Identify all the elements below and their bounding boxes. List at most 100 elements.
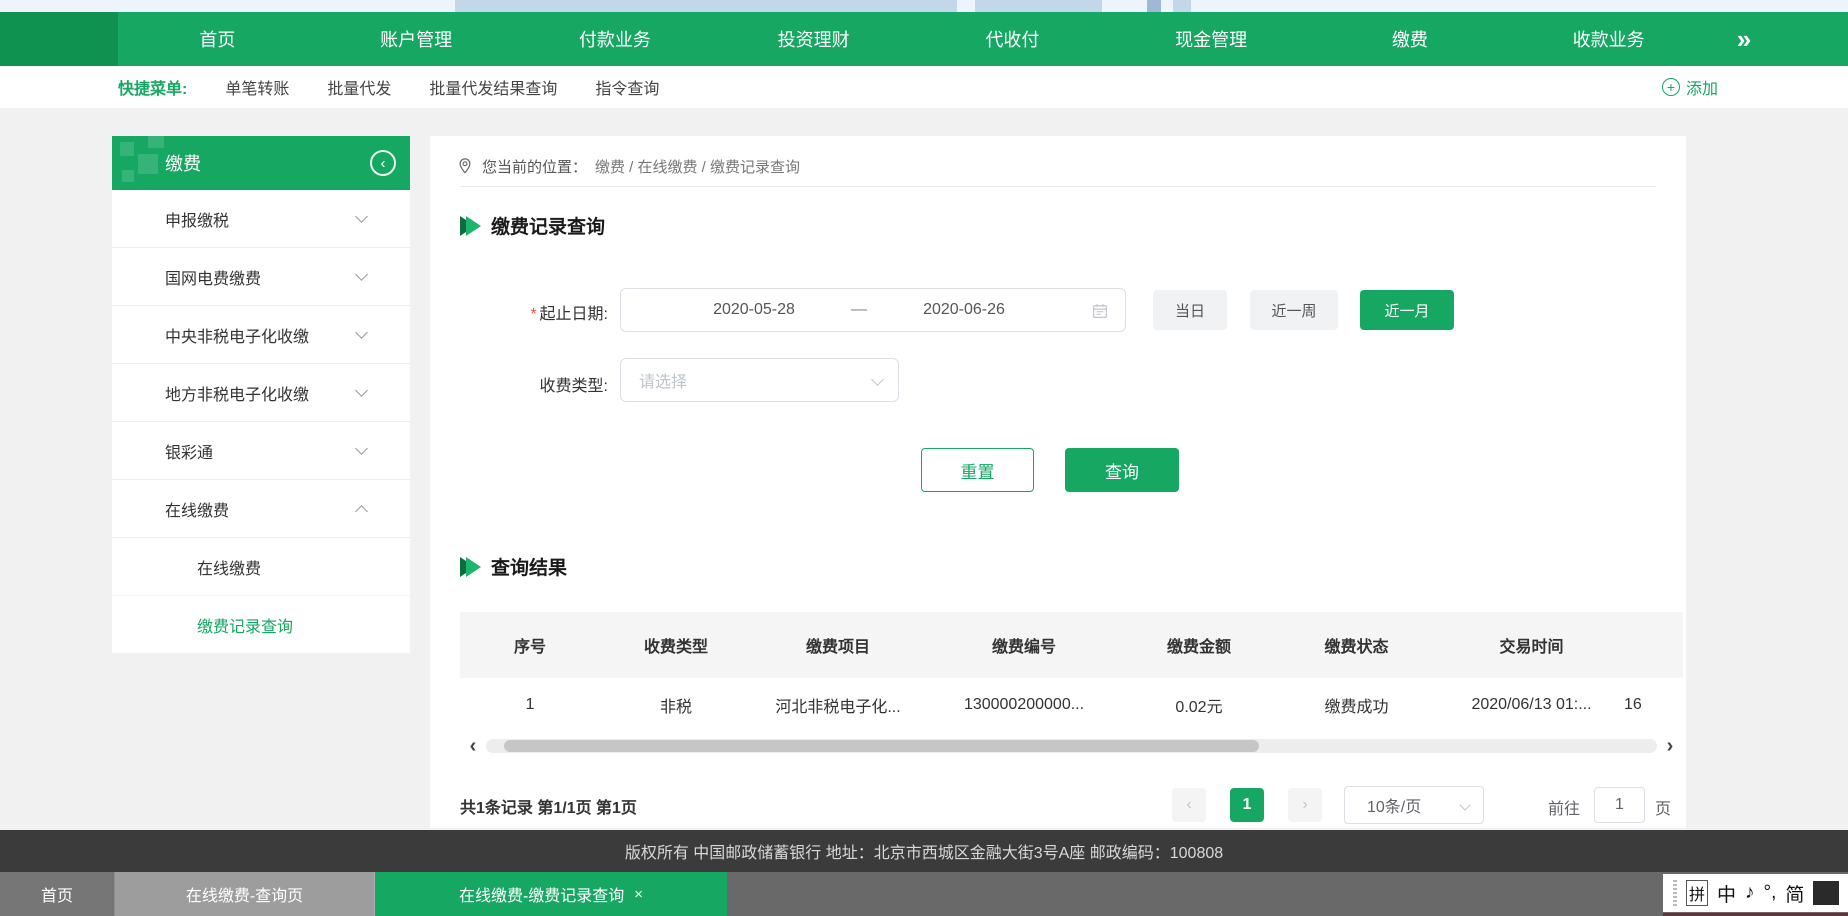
- nav-item-account[interactable]: 账户管理: [317, 26, 516, 52]
- page-size-select[interactable]: 10条/页: [1344, 786, 1484, 824]
- col-header-status: 缴费状态: [1274, 612, 1439, 678]
- sidebar-item-label: 在线缴费: [165, 497, 229, 521]
- quick-menu-label: 快捷菜单:: [118, 75, 187, 99]
- chevron-down-icon: [355, 326, 368, 339]
- ime-pinyin-icon[interactable]: 拼: [1686, 880, 1708, 906]
- decor-square: [122, 170, 134, 182]
- date-range-input[interactable]: 2020-05-28 — 2020-06-26: [620, 288, 1126, 332]
- decor-square: [120, 142, 134, 156]
- sidebar-header-label: 缴费: [165, 150, 201, 176]
- close-icon[interactable]: ×: [634, 886, 643, 903]
- taskbar-tab-home[interactable]: 首页: [0, 872, 115, 916]
- pagination: 共1条记录 第1/1页 第1页 ‹ 1 › 10条/页 前往 页: [460, 786, 1683, 824]
- search-button[interactable]: 查询: [1065, 448, 1179, 492]
- sidebar-item-label: 国网电费缴费: [165, 265, 261, 289]
- ime-keyboard-icon[interactable]: [1813, 881, 1839, 905]
- scroll-right-icon[interactable]: ›: [1657, 737, 1683, 755]
- play-icon: [466, 557, 481, 577]
- add-label: 添加: [1686, 75, 1718, 99]
- sidebar-subitem-label: 在线缴费: [197, 555, 261, 579]
- scroll-left-icon[interactable]: ‹: [460, 737, 486, 755]
- quick-item-instruction-query[interactable]: 指令查询: [595, 75, 659, 99]
- prev-page-button[interactable]: ‹: [1172, 788, 1206, 822]
- sidebar-collapse-icon[interactable]: ‹: [370, 150, 396, 176]
- nav-item-cash[interactable]: 现金管理: [1112, 26, 1311, 52]
- sidebar-subitem-online-fee[interactable]: 在线缴费: [112, 538, 410, 596]
- fee-type-label: 收费类型:: [460, 372, 608, 396]
- sidebar-header-fee[interactable]: 缴费 ‹: [112, 136, 410, 190]
- reset-button[interactable]: 重置: [921, 448, 1034, 492]
- nav-left-block: [0, 12, 118, 66]
- browser-strip-segment: [1173, 0, 1191, 12]
- cell-amount: 0.02元: [1124, 678, 1274, 731]
- col-header-extra: [1624, 612, 1683, 678]
- chevron-down-icon: [355, 268, 368, 281]
- sidebar-item-yincaitong[interactable]: 银彩通: [112, 422, 410, 480]
- nav-item-fee[interactable]: 缴费: [1311, 26, 1510, 52]
- section-title-results: 查询结果: [460, 553, 567, 580]
- scrollbar-track[interactable]: [486, 739, 1657, 753]
- end-date-value[interactable]: 2020-06-26: [889, 301, 1039, 319]
- ime-chinese-mode-icon[interactable]: 中: [1717, 880, 1736, 907]
- nav-item-collect[interactable]: 代收付: [913, 26, 1112, 52]
- browser-strip-segment: [1147, 0, 1161, 12]
- decor-square: [138, 154, 158, 174]
- cell-status: 缴费成功: [1274, 678, 1439, 731]
- table-header-row: 序号 收费类型 缴费项目 缴费编号 缴费金额 缴费状态 交易时间: [460, 612, 1683, 678]
- col-header-fee-no: 缴费编号: [924, 612, 1124, 678]
- sidebar-item-online-fee[interactable]: 在线缴费: [112, 480, 410, 538]
- quick-menu-bar: 快捷菜单: 单笔转账 批量代发 批量代发结果查询 指令查询 + 添加: [0, 66, 1848, 108]
- col-header-fee-item: 缴费项目: [752, 612, 924, 678]
- cell-time: 2020/06/13 01:...: [1439, 678, 1624, 731]
- quick-item-batch-result[interactable]: 批量代发结果查询: [429, 75, 557, 99]
- nav-item-invest[interactable]: 投资理财: [714, 26, 913, 52]
- quick-range-week-button[interactable]: 近一周: [1250, 290, 1338, 330]
- ime-grip-handle[interactable]: [1673, 880, 1677, 906]
- quick-item-single-transfer[interactable]: 单笔转账: [225, 75, 289, 99]
- location-pin-icon: [456, 157, 474, 175]
- section-title-query: 缴费记录查询: [460, 212, 605, 239]
- nav-item-payment[interactable]: 付款业务: [516, 26, 715, 52]
- sidebar-subitem-fee-record-query[interactable]: 缴费记录查询: [112, 596, 410, 654]
- ime-simplified-icon[interactable]: 简: [1785, 880, 1804, 907]
- scrollbar-thumb[interactable]: [504, 740, 1259, 752]
- start-date-value[interactable]: 2020-05-28: [679, 301, 829, 319]
- horizontal-scrollbar[interactable]: ‹ ›: [460, 737, 1683, 755]
- breadcrumb: 您当前的位置： 缴费 / 在线缴费 / 缴费记录查询: [456, 146, 800, 186]
- chevron-down-icon: [1459, 799, 1470, 810]
- fee-type-select[interactable]: 请选择: [620, 358, 899, 402]
- quick-item-batch-pay[interactable]: 批量代发: [327, 75, 391, 99]
- play-icon: [466, 216, 481, 236]
- chevron-down-icon: [355, 210, 368, 223]
- sidebar-item-grid-electric[interactable]: 国网电费缴费: [112, 248, 410, 306]
- current-page-button[interactable]: 1: [1230, 788, 1264, 822]
- nav-more-icon[interactable]: »: [1708, 24, 1778, 55]
- cell-index: 1: [460, 678, 600, 731]
- ime-bar: 拼 中 ♪ °, 简: [1663, 874, 1848, 912]
- chevron-down-icon: [871, 373, 884, 386]
- calendar-icon[interactable]: [1091, 302, 1109, 320]
- section-title-text: 缴费记录查询: [491, 212, 605, 239]
- add-quick-menu-button[interactable]: + 添加: [1662, 66, 1718, 108]
- nav-item-receive[interactable]: 收款业务: [1509, 26, 1708, 52]
- taskbar-tab-fee-record-query[interactable]: 在线缴费-缴费记录查询 ×: [375, 872, 727, 916]
- nav-item-home[interactable]: 首页: [118, 26, 317, 52]
- sidebar-item-tax[interactable]: 申报缴税: [112, 190, 410, 248]
- decor-square: [148, 136, 164, 148]
- ime-punctuation-icon[interactable]: °,: [1764, 882, 1777, 904]
- quick-range-month-button[interactable]: 近一月: [1360, 290, 1454, 330]
- table-row[interactable]: 1 非税 河北非税电子化... 130000200000... 0.02元 缴费…: [460, 678, 1683, 731]
- sidebar-item-local-nontax[interactable]: 地方非税电子化收缴: [112, 364, 410, 422]
- ime-sound-icon[interactable]: ♪: [1745, 882, 1755, 904]
- sidebar-item-label: 银彩通: [165, 439, 213, 463]
- divider: [460, 186, 1656, 187]
- taskbar-tab-online-fee-query[interactable]: 在线缴费-查询页: [115, 872, 375, 916]
- goto-page-input[interactable]: [1594, 787, 1645, 823]
- browser-strip: [0, 0, 1848, 12]
- sidebar-item-central-nontax[interactable]: 中央非税电子化收缴: [112, 306, 410, 364]
- browser-strip-segment: [455, 0, 957, 12]
- next-page-button[interactable]: ›: [1288, 788, 1322, 822]
- page-size-value: 10条/页: [1367, 793, 1421, 817]
- quick-range-today-button[interactable]: 当日: [1153, 290, 1227, 330]
- cell-fee-item: 河北非税电子化...: [752, 678, 924, 731]
